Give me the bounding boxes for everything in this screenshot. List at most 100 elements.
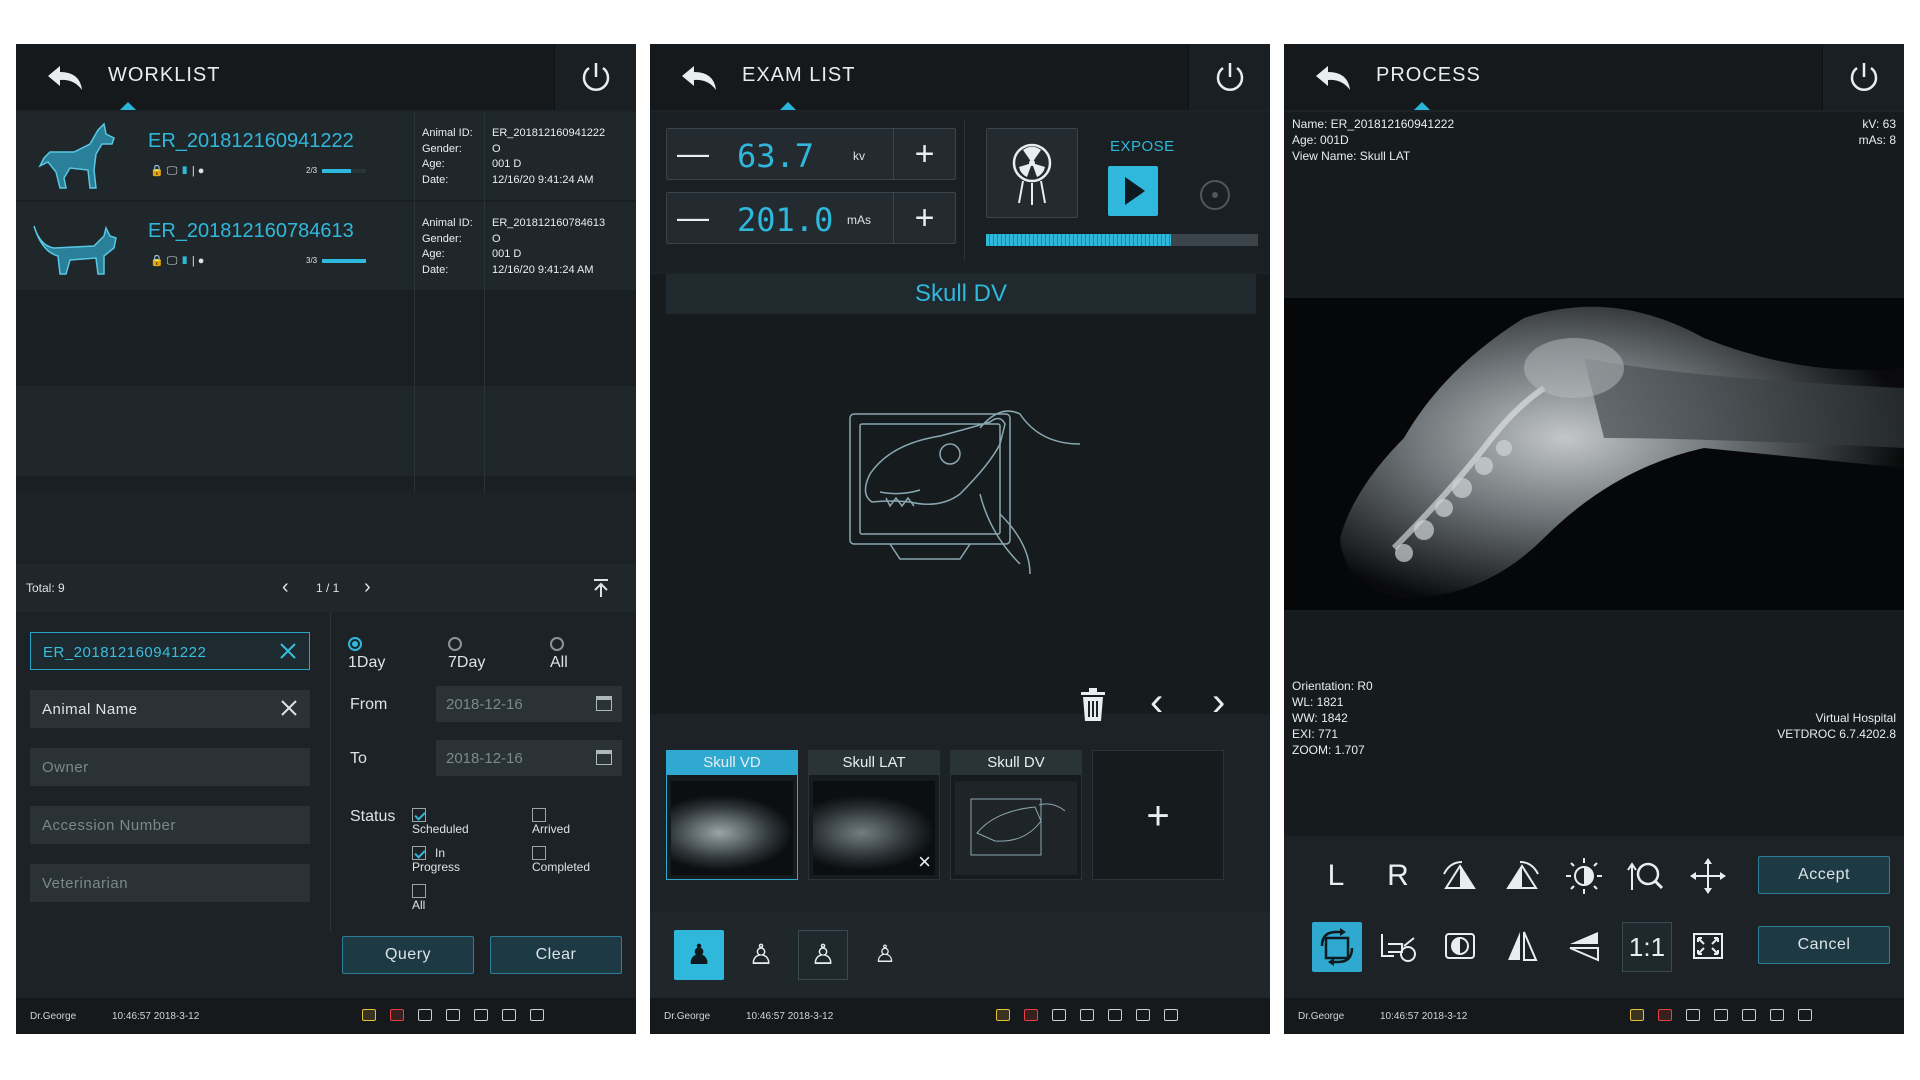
- clock: 10:46:57 2018-3-12: [1380, 1011, 1468, 1022]
- view-area: Skull DV: [650, 274, 1270, 714]
- cancel-button[interactable]: Cancel: [1758, 926, 1890, 964]
- fit-screen-button[interactable]: [1684, 922, 1732, 970]
- fullscreen-icon: [1693, 933, 1723, 959]
- thumbnail-skull-dv[interactable]: Skull DV: [950, 750, 1082, 880]
- kv-decrease-button[interactable]: —: [677, 135, 709, 172]
- warning-icon[interactable]: [362, 1009, 376, 1021]
- posture-adult-button[interactable]: ♙: [736, 930, 786, 980]
- patient-meta-labels: Animal ID: Gender: Age: Date:: [422, 127, 473, 186]
- flip-horizontal-button[interactable]: [1498, 922, 1546, 970]
- trash-icon[interactable]: [1078, 688, 1108, 722]
- right-marker-button[interactable]: R: [1374, 852, 1422, 900]
- rotate-right-button[interactable]: [1498, 852, 1546, 900]
- printer-icon[interactable]: [1798, 1009, 1812, 1021]
- wifi-icon[interactable]: [1108, 1009, 1122, 1021]
- xray-source-button[interactable]: [986, 128, 1078, 218]
- kv-increase-button[interactable]: +: [893, 129, 955, 179]
- id-search-input[interactable]: ER_201812160941222: [30, 632, 310, 670]
- detector-icon[interactable]: [502, 1009, 516, 1021]
- alert-icon[interactable]: [390, 1009, 404, 1021]
- network-icon[interactable]: [1052, 1009, 1066, 1021]
- to-date-field[interactable]: 2018-12-16: [436, 740, 622, 776]
- range-all-radio[interactable]: All: [550, 636, 572, 672]
- network-icon[interactable]: [1686, 1009, 1700, 1021]
- annotate-button[interactable]: [1374, 922, 1422, 970]
- flip-vertical-button[interactable]: [1560, 922, 1608, 970]
- zoom-button[interactable]: [1622, 852, 1670, 900]
- left-marker-button[interactable]: L: [1312, 852, 1360, 900]
- thumbnail-label: Skull VD: [667, 751, 797, 775]
- range-7day-radio[interactable]: 7Day: [448, 636, 485, 672]
- one-to-one-button[interactable]: 1:1: [1622, 922, 1672, 972]
- thumbnail-skull-vd[interactable]: Skull VD: [666, 750, 798, 880]
- status-in-progress-checkbox[interactable]: In Progress: [412, 846, 460, 874]
- back-arrow-icon[interactable]: [680, 62, 720, 92]
- range-1day-radio[interactable]: 1Day: [348, 636, 385, 672]
- add-view-button[interactable]: +: [1092, 750, 1224, 880]
- alert-icon[interactable]: [1658, 1009, 1672, 1021]
- power-button[interactable]: [554, 44, 636, 110]
- back-arrow-icon[interactable]: [1314, 62, 1354, 92]
- mas-decrease-button[interactable]: —: [677, 199, 709, 236]
- posture-child-button[interactable]: ♟: [674, 930, 724, 980]
- warning-icon[interactable]: [1630, 1009, 1644, 1021]
- status-scheduled-checkbox[interactable]: Scheduled: [412, 808, 469, 836]
- power-button[interactable]: [1188, 44, 1270, 110]
- thumbnail-skull-lat[interactable]: Skull LAT ×: [808, 750, 940, 880]
- next-page-button[interactable]: ›: [364, 576, 371, 599]
- next-view-button[interactable]: ›: [1212, 680, 1225, 725]
- posture-standing-button[interactable]: ♙: [798, 930, 848, 980]
- alert-icon[interactable]: [1024, 1009, 1038, 1021]
- patient-row[interactable]: ER_201812160784613 🔒 🖵 ▮ | ● 3/3 Animal …: [16, 202, 636, 290]
- brightness-button[interactable]: [1560, 852, 1608, 900]
- detector-icon[interactable]: [1136, 1009, 1150, 1021]
- query-button[interactable]: Query: [342, 936, 474, 974]
- clear-icon[interactable]: [279, 642, 297, 660]
- printer-icon[interactable]: [530, 1009, 544, 1021]
- image-viewer[interactable]: Name: ER_201812160941222 Age: 001D View Na…: [1284, 112, 1904, 836]
- power-button[interactable]: [1822, 44, 1904, 110]
- animal-name-input[interactable]: Animal Name: [30, 690, 310, 728]
- xray-thumbnail: [813, 781, 935, 875]
- detector-icon[interactable]: [1770, 1009, 1784, 1021]
- posture-slim-button[interactable]: ♙: [860, 930, 910, 980]
- clear-icon[interactable]: [280, 699, 298, 717]
- owner-input[interactable]: Owner: [30, 748, 310, 786]
- process-panel: PROCESS Name: ER_201812160941222 Age: 001…: [1284, 44, 1904, 1034]
- pan-button[interactable]: [1684, 852, 1732, 900]
- scroll-top-icon[interactable]: [592, 578, 610, 598]
- prev-page-button[interactable]: ‹: [282, 576, 289, 599]
- rotate-image-button[interactable]: [1312, 922, 1362, 972]
- monitor-icon[interactable]: [1080, 1009, 1094, 1021]
- xray-image[interactable]: [1284, 298, 1904, 610]
- veterinarian-input[interactable]: Veterinarian: [30, 864, 310, 902]
- calendar-icon[interactable]: [596, 750, 612, 765]
- status-arrived-checkbox[interactable]: Arrived: [532, 808, 570, 836]
- wifi-icon[interactable]: [1742, 1009, 1756, 1021]
- flip-vertical-icon: [1569, 932, 1599, 962]
- back-arrow-icon[interactable]: [46, 62, 86, 92]
- warning-icon[interactable]: [996, 1009, 1010, 1021]
- accept-button[interactable]: Accept: [1758, 856, 1890, 894]
- rotate-left-button[interactable]: [1436, 852, 1484, 900]
- from-date-field[interactable]: 2018-12-16: [436, 686, 622, 722]
- patient-id: ER_201812160784613: [148, 220, 354, 242]
- expose-button[interactable]: [1108, 166, 1158, 216]
- status-completed-checkbox[interactable]: Completed: [532, 846, 590, 874]
- patient-row[interactable]: ER_201812160941222 🔒 🖵 ▮ | ● 2/3 Animal …: [16, 112, 636, 200]
- clear-button[interactable]: Clear: [490, 936, 622, 974]
- patient-meta-values: ER_201812160941222 O 001 D 12/16/20 9:41:24…: [492, 127, 606, 186]
- monitor-icon[interactable]: [446, 1009, 460, 1021]
- status-all-checkbox[interactable]: All: [412, 884, 435, 912]
- pagination-bar: Total: 9 ‹ 1 / 1 ›: [16, 564, 636, 612]
- calendar-icon[interactable]: [596, 696, 612, 711]
- invert-button[interactable]: [1436, 922, 1484, 970]
- prev-view-button[interactable]: ‹: [1150, 680, 1163, 725]
- printer-icon[interactable]: [1164, 1009, 1178, 1021]
- network-icon[interactable]: [418, 1009, 432, 1021]
- accession-number-input[interactable]: Accession Number: [30, 806, 310, 844]
- mas-increase-button[interactable]: +: [893, 193, 955, 243]
- delete-thumbnail-icon[interactable]: ×: [918, 849, 931, 875]
- monitor-icon[interactable]: [1714, 1009, 1728, 1021]
- wifi-icon[interactable]: [474, 1009, 488, 1021]
